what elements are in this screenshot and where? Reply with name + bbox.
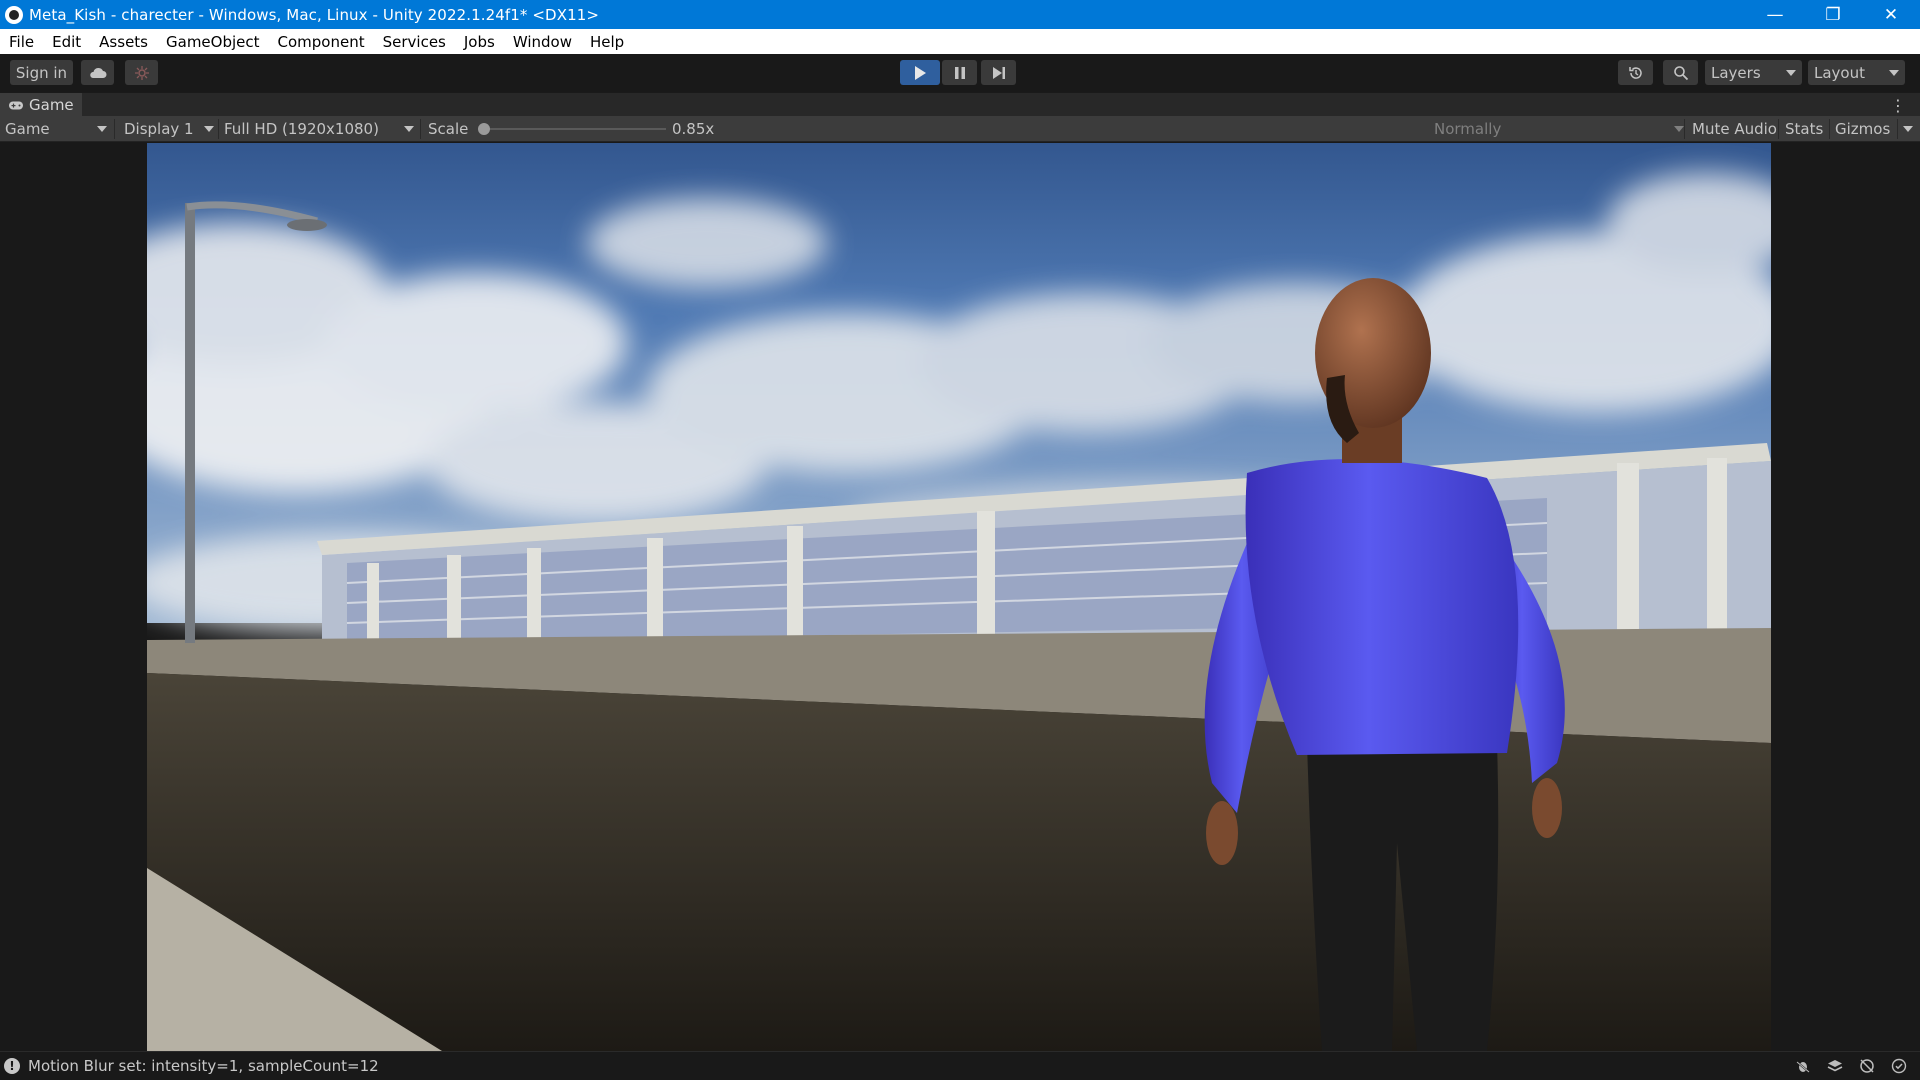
search-button[interactable] <box>1663 60 1698 85</box>
play-mode-select-value: Normally <box>1434 120 1502 138</box>
search-icon <box>1673 65 1688 80</box>
resolution-select-value: Full HD (1920x1080) <box>224 120 379 138</box>
divider <box>420 119 421 139</box>
sign-in-button[interactable]: Sign in <box>10 60 73 85</box>
pause-button[interactable] <box>942 60 977 85</box>
layers-dropdown[interactable]: Layers <box>1705 60 1802 85</box>
chevron-down-icon <box>204 126 214 132</box>
gizmos-button[interactable]: Gizmos <box>1835 116 1890 142</box>
tab-game-label: Game <box>29 96 74 114</box>
menu-gameobject[interactable]: GameObject <box>157 33 269 51</box>
menu-file[interactable]: File <box>0 33 43 51</box>
menu-component[interactable]: Component <box>269 33 374 51</box>
collab-icon <box>134 65 149 80</box>
view-select-value: Game <box>5 120 50 138</box>
scale-slider-track <box>482 128 666 130</box>
scale-label: Scale <box>428 120 469 138</box>
more-options-icon[interactable]: ⋮ <box>1890 96 1906 115</box>
close-button[interactable]: ✕ <box>1862 0 1920 29</box>
display-select-value: Display 1 <box>124 120 194 138</box>
status-bar: ! Motion Blur set: intensity=1, sampleCo… <box>0 1051 1920 1080</box>
mute-audio-button[interactable]: Mute Audio <box>1692 116 1777 142</box>
divider <box>1778 119 1779 139</box>
chevron-down-icon <box>1889 70 1899 76</box>
display-select[interactable]: Display 1 <box>124 116 216 142</box>
window-controls: — ❐ ✕ <box>1746 0 1920 29</box>
divider <box>218 119 219 139</box>
chevron-down-icon <box>404 126 414 132</box>
menu-help[interactable]: Help <box>581 33 633 51</box>
step-button[interactable] <box>981 60 1016 85</box>
layout-dropdown[interactable]: Layout <box>1808 60 1905 85</box>
scale-slider-thumb[interactable] <box>478 123 490 135</box>
layers-label: Layers <box>1711 63 1761 82</box>
chevron-down-icon <box>1674 126 1684 132</box>
step-icon <box>992 66 1005 79</box>
history-button[interactable] <box>1618 60 1653 85</box>
network-icon[interactable] <box>1856 1056 1878 1076</box>
status-message[interactable]: Motion Blur set: intensity=1, sampleCoun… <box>28 1057 379 1075</box>
pause-icon <box>954 66 965 79</box>
play-button[interactable] <box>900 60 940 85</box>
scale-value: 0.85x <box>672 120 715 138</box>
game-view[interactable] <box>147 143 1771 1051</box>
minimize-button[interactable]: — <box>1746 0 1804 29</box>
layout-label: Layout <box>1814 63 1865 82</box>
tab-bar: Game ⋮ <box>0 92 1920 117</box>
info-icon: ! <box>4 1058 20 1074</box>
unity-logo-icon <box>5 5 23 24</box>
history-icon <box>1628 66 1642 79</box>
collab-button[interactable] <box>125 60 158 85</box>
menu-services[interactable]: Services <box>374 33 455 51</box>
scale-slider[interactable] <box>478 116 666 142</box>
divider <box>1897 119 1898 139</box>
main-toolbar: Sign in Layers Layout <box>0 54 1920 92</box>
view-select[interactable]: Game <box>5 116 110 142</box>
cloud-button[interactable] <box>81 60 114 85</box>
chevron-down-icon <box>1786 70 1796 76</box>
status-icons <box>1792 1056 1910 1076</box>
divider <box>114 119 115 139</box>
chevron-down-icon <box>97 126 107 132</box>
play-icon <box>915 65 926 80</box>
divider <box>1684 119 1685 139</box>
check-icon[interactable] <box>1888 1056 1910 1076</box>
window-title: Meta_Kish - charecter - Windows, Mac, Li… <box>29 5 600 24</box>
game-view-toolbar: Game Display 1 Full HD (1920x1080) Scale… <box>0 116 1920 142</box>
play-mode-select[interactable]: Normally <box>1434 116 1686 142</box>
gizmos-dropdown-icon[interactable] <box>1903 126 1913 132</box>
menu-bar: File Edit Assets GameObject Component Se… <box>0 29 1920 54</box>
cloud-icon <box>89 67 106 78</box>
debug-icon[interactable] <box>1792 1056 1814 1076</box>
resolution-select[interactable]: Full HD (1920x1080) <box>224 116 416 142</box>
menu-assets[interactable]: Assets <box>90 33 157 51</box>
tab-game[interactable]: Game <box>0 93 82 117</box>
gamepad-icon <box>9 101 23 109</box>
stats-button[interactable]: Stats <box>1785 116 1823 142</box>
title-bar: Meta_Kish - charecter - Windows, Mac, Li… <box>0 0 1920 29</box>
divider <box>1829 119 1830 139</box>
menu-edit[interactable]: Edit <box>43 33 90 51</box>
restore-button[interactable]: ❐ <box>1804 0 1862 29</box>
game-scene <box>147 143 1771 1051</box>
layers-stack-icon[interactable] <box>1824 1056 1846 1076</box>
menu-window[interactable]: Window <box>504 33 581 51</box>
menu-jobs[interactable]: Jobs <box>455 33 504 51</box>
